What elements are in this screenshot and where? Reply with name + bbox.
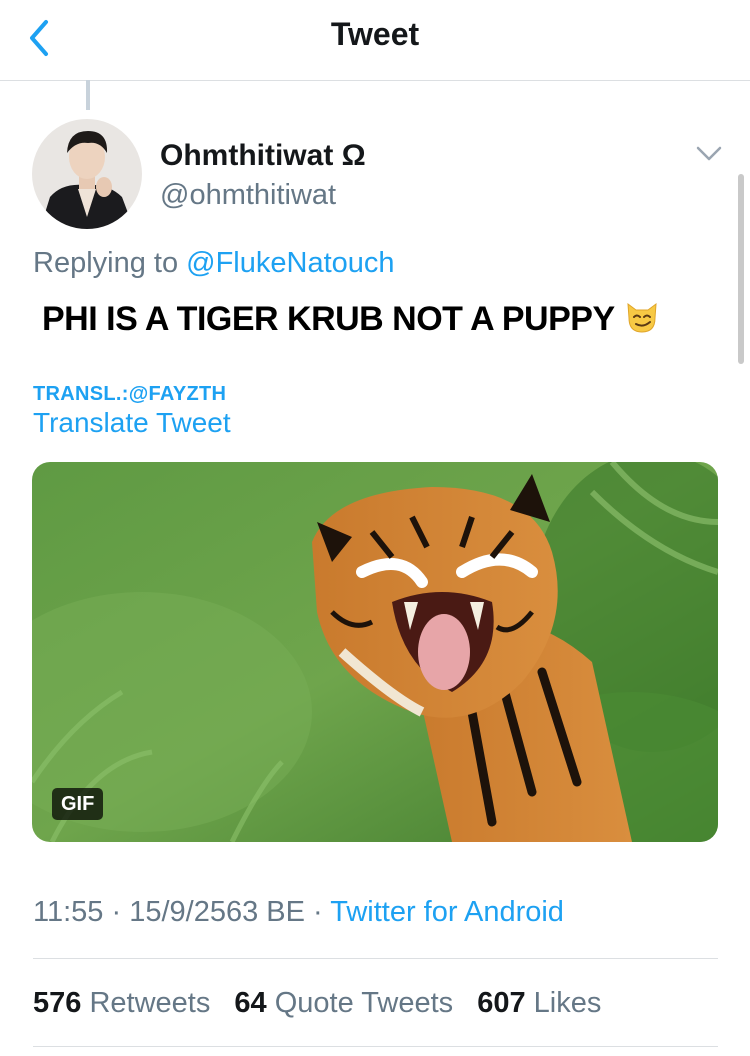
tweet-options-button[interactable]	[694, 140, 724, 166]
avatar[interactable]	[32, 119, 142, 229]
quote-tweets-count: 64	[234, 987, 267, 1019]
tweet-time: 11:55	[33, 896, 104, 928]
tweet-stats: 576 Retweets 64 Quote Tweets 607 Likes	[33, 987, 617, 1020]
tweet-text-content: PHI IS A TIGER KRUB NOT A PUPPY	[42, 300, 615, 338]
tweet-gif-media[interactable]: GIF	[32, 462, 718, 842]
retweets-count: 576	[33, 987, 82, 1019]
replying-to-label: Replying to	[33, 247, 179, 279]
likes-count: 607	[477, 987, 526, 1019]
replying-to-line: Replying to @FlukeNatouch	[33, 247, 395, 280]
top-bar: Tweet	[0, 0, 750, 81]
page-title: Tweet	[330, 16, 420, 52]
tiger-gif-image	[32, 462, 718, 842]
divider	[33, 958, 718, 959]
quote-tweets-stat[interactable]: 64 Quote Tweets	[234, 987, 453, 1019]
gif-badge: GIF	[52, 788, 104, 820]
chevron-down-icon	[696, 146, 722, 161]
likes-label: Likes	[533, 987, 602, 1019]
retweets-stat[interactable]: 576 Retweets	[33, 987, 210, 1019]
smirking-cat-face-icon	[623, 298, 661, 336]
retweets-label: Retweets	[89, 987, 211, 1019]
likes-stat[interactable]: 607 Likes	[477, 987, 601, 1019]
author-handle[interactable]: @ohmthitiwat	[160, 179, 336, 212]
scrollbar[interactable]	[738, 174, 744, 364]
replying-to-mention-link[interactable]: @FlukeNatouch	[186, 247, 394, 279]
tweet-source-link[interactable]: Twitter for Android	[330, 896, 564, 928]
tweet-date: 15/9/2563 BE	[129, 896, 305, 928]
meta-separator: ·	[304, 896, 331, 928]
tweet-text: PHI IS A TIGER KRUB NOT A PUPPY	[42, 298, 661, 339]
thread-connector-line	[86, 80, 90, 110]
divider	[33, 1046, 718, 1047]
meta-separator: ·	[103, 896, 130, 928]
author-name[interactable]: Ohmthitiwat Ω	[160, 139, 366, 173]
tweet-meta: 11:55 · 15/9/2563 BE · Twitter for Andro…	[33, 896, 564, 929]
translation-credit: TRANSL.:@FAYZTH	[33, 383, 227, 405]
quote-tweets-label: Quote Tweets	[274, 987, 454, 1019]
translate-tweet-link[interactable]: Translate Tweet	[33, 407, 231, 439]
